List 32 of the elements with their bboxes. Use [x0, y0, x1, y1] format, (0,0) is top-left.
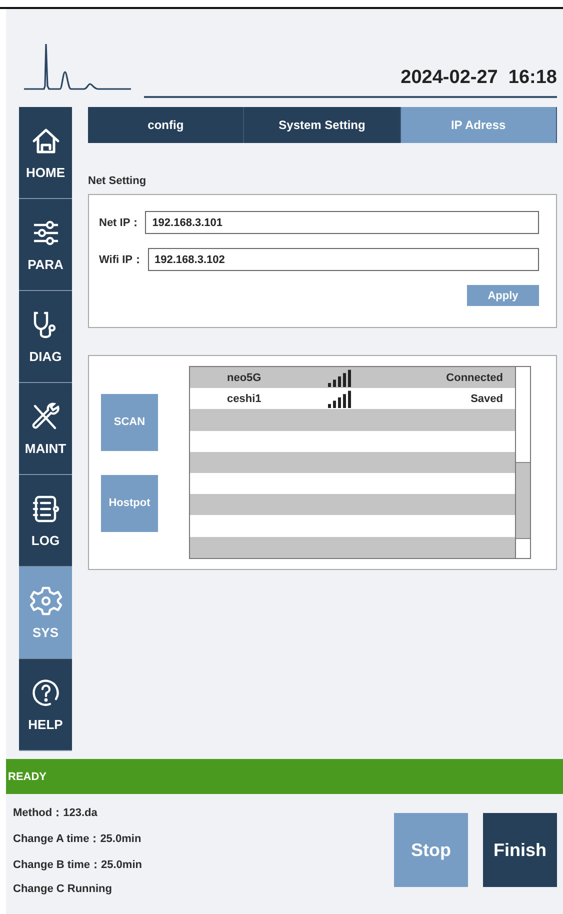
date-time: 2024-02-27 16:18 [400, 67, 557, 89]
network-row[interactable]: neo5G Connected [190, 367, 515, 388]
status-bar: READY [6, 759, 563, 794]
field-label: Wifi IP： [99, 253, 144, 267]
nav-button[interactable]: DIAG [19, 291, 72, 383]
signal-icon [328, 390, 352, 408]
action-button[interactable]: Finish [483, 813, 557, 887]
field-label: Net IP： [99, 216, 142, 230]
scrollbar[interactable] [515, 367, 530, 558]
nav-icon [30, 585, 62, 617]
nav-button[interactable]: HOME [19, 107, 72, 199]
section-title: Net Setting [88, 175, 148, 187]
run-info-text: Method：123.da [13, 806, 98, 820]
network-status: Saved [470, 392, 503, 405]
nav-icon [30, 677, 62, 709]
run-info-text: Change B time：25.0min [13, 858, 143, 872]
nav-button[interactable]: LOG [19, 475, 72, 567]
network-status: Connected [446, 372, 503, 384]
scrollbar-thumb[interactable] [516, 462, 530, 539]
run-info-text: Change A time：25.0min [13, 832, 142, 846]
tab[interactable]: System Setting [244, 107, 401, 143]
ip-field[interactable]: 192.168.3.101 [145, 211, 539, 234]
nav-button[interactable]: HELP [19, 659, 72, 751]
tab[interactable]: config [88, 107, 244, 143]
run-info-text: Change C Running [13, 883, 113, 895]
ip-field[interactable]: 192.168.3.102 [148, 248, 539, 271]
network-name: neo5G [226, 372, 262, 384]
nav-button[interactable]: PARA [19, 199, 72, 291]
network-name: ceshi1 [226, 392, 262, 405]
signal-icon [328, 368, 352, 387]
nav-button[interactable]: MAINT [19, 383, 72, 475]
network-row[interactable]: ceshi1 Saved [190, 388, 515, 410]
